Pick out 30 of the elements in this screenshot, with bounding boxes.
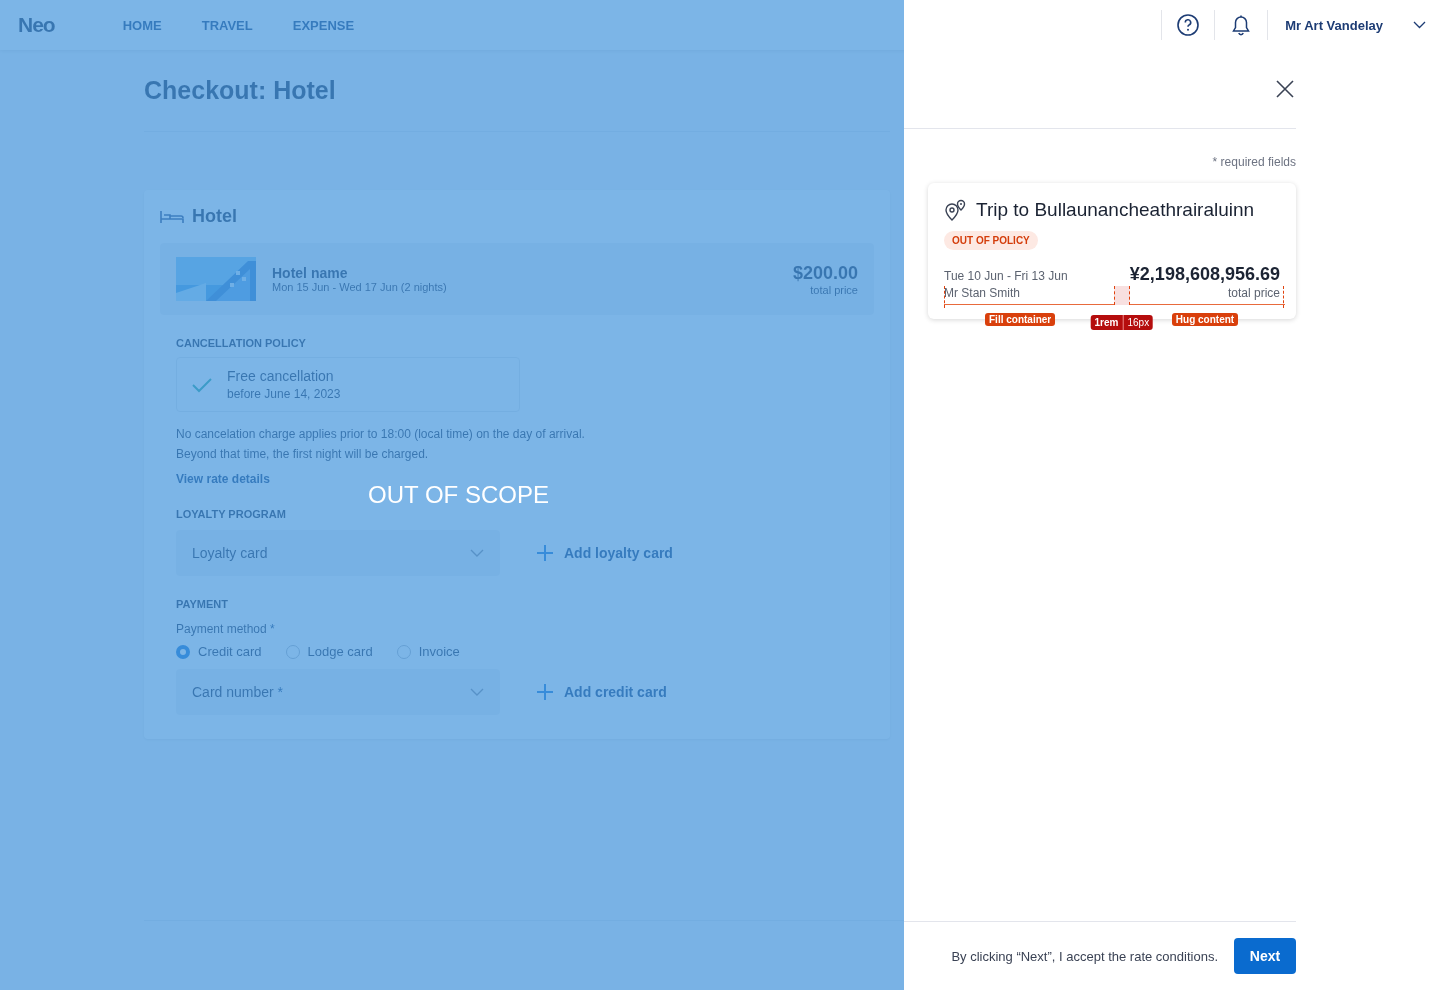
price-label: total price [809, 283, 858, 296]
close-icon[interactable] [1276, 80, 1294, 98]
overlay-label: OUT OF SCOPE [368, 481, 549, 509]
field-label: Payment method * [176, 622, 276, 636]
section-heading: PAYMENT [176, 598, 229, 610]
policy-text: Beyond that time, the first night will be charged. [176, 446, 430, 463]
policy-badge: OUT OF POLICY [944, 231, 1038, 250]
section-heading: LOYALTY PROGRAM [176, 508, 287, 520]
chevron-icon [1413, 21, 1426, 29]
user-menu[interactable]: Mr Art Vandelay [1268, 17, 1440, 33]
next-button[interactable]: Next [1234, 938, 1296, 974]
terms-text: By clicking “Next”, I accept the rate conditions. [951, 948, 1218, 964]
logo: Neo [18, 13, 55, 37]
annotation-label: Fill container [985, 313, 1056, 326]
annotation-label: Hug content [1171, 313, 1239, 326]
spacing-label: 1rem 16px [1090, 315, 1154, 330]
price-label: total price [1227, 286, 1280, 300]
location-pins-icon [944, 199, 966, 221]
option-detail: before June 14, 2023 [227, 387, 341, 401]
trip-title: Trip to Bullaunancheathrairaluinn [976, 199, 1255, 221]
required-note: * required fields [1212, 155, 1296, 169]
trip-price: ¥2,198,608,956.69 [1129, 264, 1280, 285]
hotel-name: Hotel name [272, 265, 349, 281]
section-title: Hotel [192, 206, 237, 227]
traveler-name: Mr Stan Smith [944, 286, 1022, 300]
hotel-price: $200.00 [792, 262, 858, 284]
option-title: Free cancellation [227, 368, 335, 384]
section-heading: CANCELLATION POLICY [176, 337, 307, 349]
trip-dates: Tue 10 Jun - Fri 13 Jun [944, 269, 1069, 283]
policy-text: No cancelation charge applies prior to 18:00 (local time) on the day of arrival. [176, 426, 586, 443]
